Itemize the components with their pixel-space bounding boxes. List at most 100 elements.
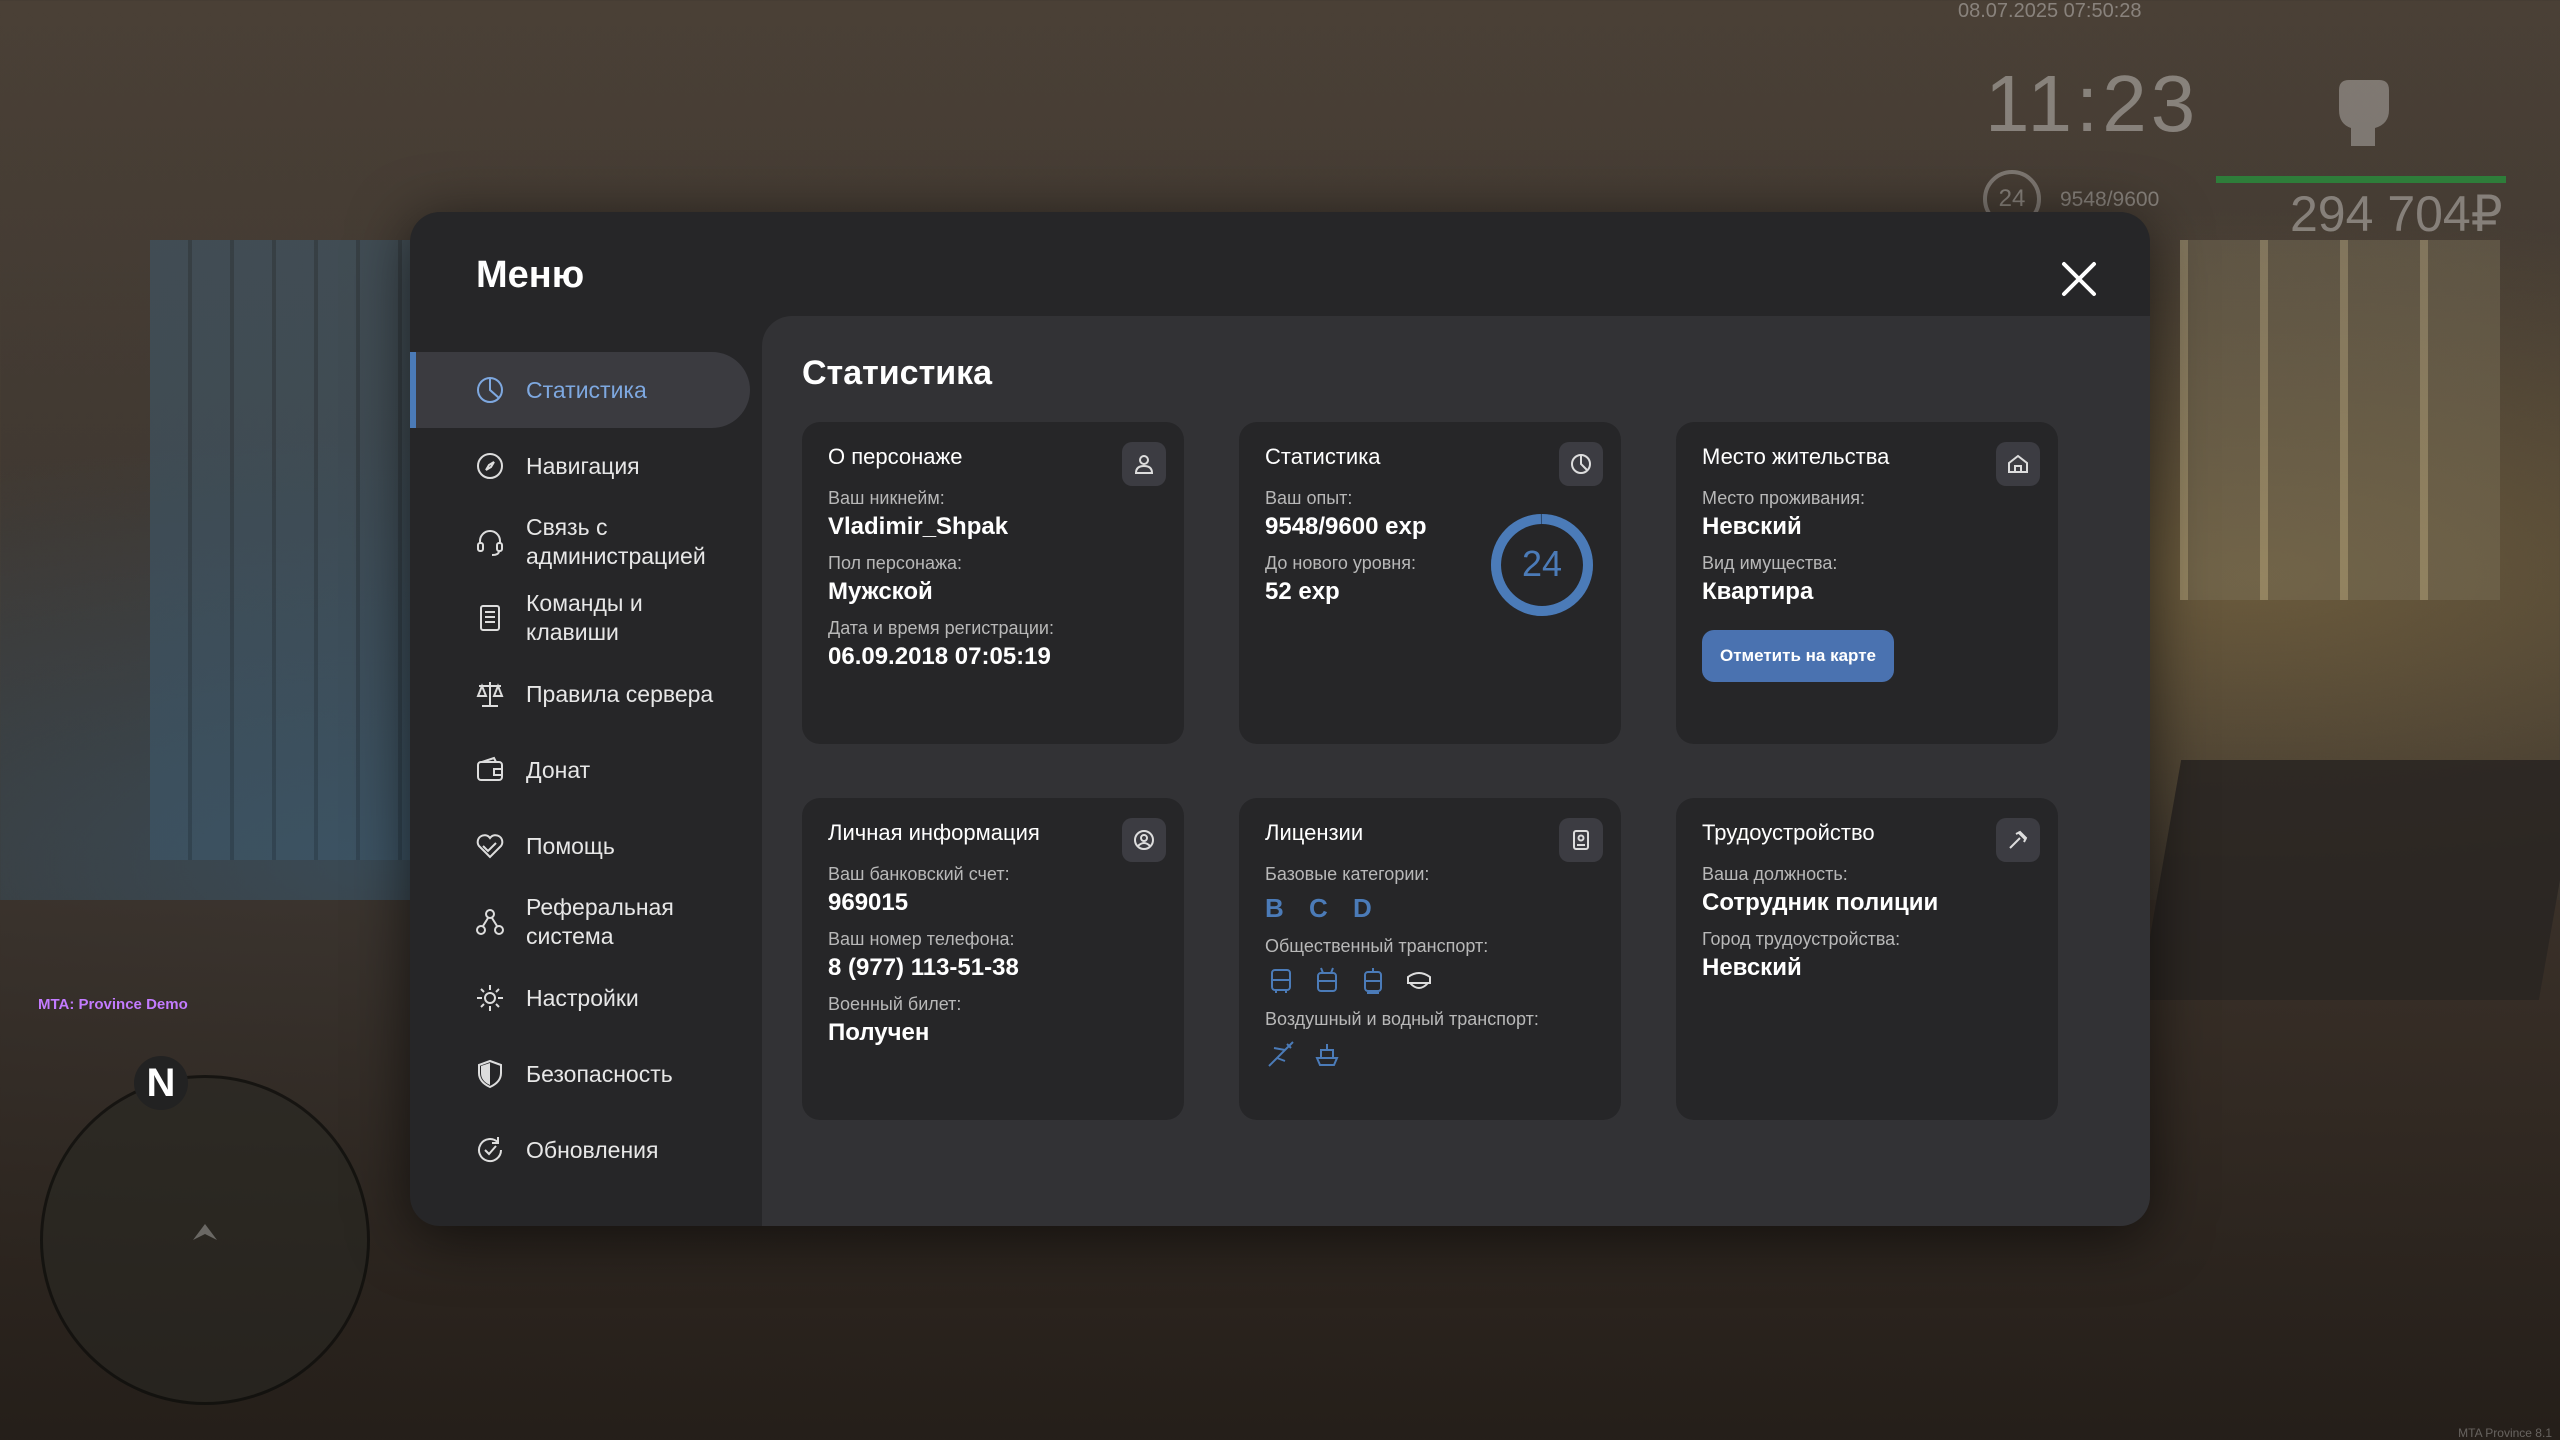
level-progress-ring: 24 (1491, 514, 1593, 616)
sidebar-item-statistics[interactable]: Статистика (410, 352, 750, 428)
sidebar-item-updates[interactable]: Обновления (410, 1112, 762, 1188)
employment-card: Трудоустройство Ваша должность: Сотрудни… (1676, 798, 2058, 1120)
card-title: Место жительства (1702, 444, 1890, 469)
exp-label: Ваш опыт: (1265, 488, 1353, 508)
licenses-card: Лицензии Базовые категории: B C D Общест… (1239, 798, 1621, 1120)
bus-icon (1271, 969, 1291, 993)
base-categories-label: Базовые категории: (1265, 864, 1430, 884)
sidebar-item-help[interactable]: Помощь (410, 808, 762, 884)
sidebar-item-label: Обновления (526, 1136, 659, 1163)
page-title: Статистика (802, 354, 993, 392)
captain-hat-icon (1407, 972, 1431, 989)
air-water-transport-label: Воздушный и водный транспорт: (1265, 1009, 1539, 1029)
nick-value: Vladimir_Shpak (828, 513, 1009, 540)
character-card: О персонаже Ваш никнейм: Vladimir_Shpak … (802, 422, 1184, 744)
position-value: Сотрудник полиции (1702, 889, 1939, 916)
gender-label: Пол персонажа: (828, 553, 963, 573)
hud-health-bar (2216, 176, 2506, 183)
hud-clock: 11:23 (1985, 59, 2200, 148)
personal-info-card: Личная информация Ваш банковский счет: 9… (802, 798, 1184, 1120)
base-categories: B C D (1265, 893, 1595, 924)
headset-icon (477, 530, 503, 556)
nick-label: Ваш никнейм: (828, 488, 945, 508)
shield-icon (478, 1059, 502, 1089)
card-icon-box (1122, 818, 1166, 862)
tram-icon (1364, 968, 1382, 994)
sidebar-item-label: Помощь (526, 832, 615, 859)
sidebar-item-label: Связь с администрацией (526, 514, 706, 569)
city-value: Невский (1702, 954, 1802, 981)
place-value: Невский (1702, 513, 1802, 540)
card-icon-box (1559, 818, 1603, 862)
gear-icon (477, 985, 503, 1011)
stats-pie-icon (477, 377, 503, 403)
fist-weapon-icon (2339, 80, 2389, 146)
user-icon (1134, 455, 1154, 474)
level-number: 24 (1522, 543, 1562, 584)
background-window (2180, 240, 2500, 600)
sidebar-item-label: Статистика (526, 376, 647, 403)
corner-label: MTA Province 8.1 (2458, 1426, 2552, 1440)
residence-card: Место жительства Место проживания: Невск… (1676, 422, 2058, 744)
city-label: Город трудоустройства: (1702, 929, 1901, 949)
hammer-icon (2009, 830, 2028, 849)
heart-hand-icon (476, 834, 504, 859)
mark-on-map-button[interactable]: Отметить на карте (1702, 630, 1894, 682)
phone-label: Ваш номер телефона: (828, 929, 1015, 949)
reg-value: 06.09.2018 07:05:19 (828, 643, 1051, 670)
house-icon (2008, 454, 2028, 473)
card-title: Личная информация (828, 820, 1040, 845)
sidebar-item-label: Команды и клавиши (526, 590, 643, 645)
public-transport-icons (1265, 965, 1595, 997)
sidebar-item-navigation[interactable]: Навигация (410, 428, 762, 504)
compass-icon (477, 453, 503, 479)
reg-label: Дата и время регистрации: (828, 618, 1054, 638)
category-b: B (1265, 893, 1286, 923)
card-icon-box (1996, 442, 2040, 486)
wallet-icon (477, 756, 503, 781)
sidebar-nav: Статистика Навигация Связь с администрац… (410, 352, 762, 1188)
sidebar-item-label: Безопасность (526, 1060, 673, 1087)
sidebar-item-rules[interactable]: Правила сервера (410, 656, 762, 732)
radar-north-marker: N (134, 1056, 188, 1110)
sidebar-item-label: Настройки (526, 984, 639, 1011)
server-label: MTA: Province Demo (38, 996, 188, 1013)
menu-title: Меню (476, 254, 585, 296)
trolleybus-icon (1317, 967, 1337, 992)
airplane-icon (1268, 1041, 1294, 1067)
close-icon[interactable] (2056, 256, 2102, 302)
hud-exp: 9548/9600 (2060, 188, 2160, 211)
property-value: Квартира (1702, 578, 1814, 605)
sidebar-item-label: Донат (526, 756, 591, 783)
sidebar-item-donate[interactable]: Донат (410, 732, 762, 808)
card-title: О персонаже (828, 444, 963, 469)
sidebar-item-commands[interactable]: Команды и клавиши (410, 580, 762, 656)
public-transport-label: Общественный транспорт: (1265, 936, 1489, 956)
place-label: Место проживания: (1702, 488, 1866, 508)
property-label: Вид имущества: (1702, 553, 1838, 573)
position-label: Ваша должность: (1702, 864, 1848, 884)
hud-datetime: 08.07.2025 07:50:28 (1958, 0, 2142, 22)
bank-label: Ваш банковский счет: (828, 864, 1010, 884)
sidebar-item-label: Навигация (526, 452, 640, 479)
air-water-transport-icons (1265, 1038, 1595, 1070)
category-c: C (1309, 893, 1330, 923)
document-icon (480, 605, 500, 631)
military-value: Получен (828, 1019, 930, 1046)
statistics-card: Статистика Ваш опыт: 9548/9600 exp До но… (1239, 422, 1621, 744)
sidebar-item-security[interactable]: Безопасность (410, 1036, 762, 1112)
sidebar-item-settings[interactable]: Настройки (410, 960, 762, 1036)
sidebar-item-label: Правила сервера (526, 680, 714, 707)
card-icon-box (1559, 442, 1603, 486)
menu-modal: Меню Статистика Навигация Связь с админи… (410, 212, 2150, 1226)
player-arrow-icon (193, 1224, 217, 1240)
sidebar-item-referral[interactable]: Реферальная система (410, 884, 762, 960)
category-d: D (1353, 893, 1374, 923)
phone-value: 8 (977) 113-51-38 (828, 954, 1019, 981)
license-card-icon (1573, 830, 1589, 850)
sidebar-item-admin-contact[interactable]: Связь с администрацией (410, 504, 762, 580)
clock-pie-icon (1571, 454, 1591, 474)
ship-icon (1315, 1044, 1339, 1066)
gender-value: Мужской (828, 578, 933, 605)
military-label: Военный билет: (828, 994, 962, 1014)
